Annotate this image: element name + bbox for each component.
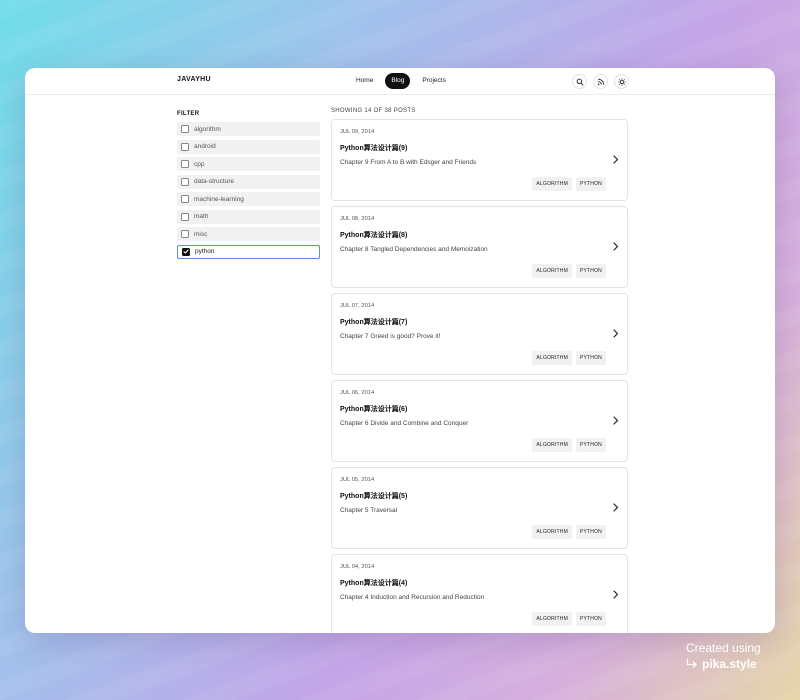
tag-python[interactable]: PYTHON bbox=[575, 525, 606, 539]
filter-label: android bbox=[194, 143, 216, 150]
tag-algorithm[interactable]: ALGORITHM bbox=[532, 351, 572, 365]
post-tags: ALGORITHM PYTHON bbox=[532, 612, 606, 626]
post-title[interactable]: Python算法设计篇(5) bbox=[340, 491, 407, 501]
post-date: JUL 04, 2014 bbox=[340, 564, 375, 570]
theme-toggle-button[interactable] bbox=[614, 74, 629, 89]
post-date: JUL 08, 2014 bbox=[340, 216, 375, 222]
watermark-line1: Created using bbox=[686, 641, 761, 655]
filter-label: data-structure bbox=[194, 178, 235, 185]
post-card[interactable]: JUL 09, 2014 Python算法设计篇(9) Chapter 9 From… bbox=[331, 119, 628, 201]
chevron-right-icon[interactable] bbox=[613, 503, 619, 512]
header-icons bbox=[572, 74, 629, 89]
checkbox[interactable] bbox=[181, 230, 189, 238]
post-subtitle: Chapter 8 Tangled Dependencies and Memoi… bbox=[340, 246, 488, 253]
filter-label: algorithm bbox=[194, 125, 221, 133]
post-subtitle: Chapter 5 Traversal bbox=[340, 507, 398, 514]
rss-button[interactable] bbox=[593, 74, 608, 89]
post-card[interactable]: JUL 04, 2014 Python算法设计篇(4) Chapter 4 Indu… bbox=[331, 554, 628, 633]
post-date: JUL 06, 2014 bbox=[340, 390, 375, 396]
post-tags: ALGORITHM PYTHON bbox=[532, 351, 606, 365]
post-title[interactable]: Python算法设计篇(8) bbox=[340, 230, 407, 240]
watermark-brand: pika.style bbox=[702, 657, 757, 671]
chevron-right-icon[interactable] bbox=[613, 329, 619, 338]
main-nav: Home Blog Projects bbox=[350, 73, 452, 89]
checkbox[interactable] bbox=[181, 125, 189, 133]
filter-label: machine-learning bbox=[194, 195, 244, 203]
filter-label: misc bbox=[194, 230, 208, 238]
watermark: Created using pika.style bbox=[686, 641, 761, 671]
filter-item-cpp[interactable]: cpp bbox=[177, 157, 320, 171]
filter-title: FILTER bbox=[177, 111, 200, 117]
checkbox[interactable] bbox=[181, 160, 189, 168]
post-tags: ALGORITHM PYTHON bbox=[532, 438, 606, 452]
tag-algorithm[interactable]: ALGORITHM bbox=[532, 525, 572, 539]
post-date: JUL 07, 2014 bbox=[340, 303, 375, 309]
post-subtitle: Chapter 7 Greed is good? Prove it! bbox=[340, 333, 441, 340]
tag-python[interactable]: PYTHON bbox=[575, 438, 606, 452]
checkbox[interactable] bbox=[181, 195, 189, 203]
tag-algorithm[interactable]: ALGORITHM bbox=[532, 612, 572, 626]
filter-item-algorithm[interactable]: algorithm bbox=[177, 122, 320, 136]
post-title[interactable]: Python算法设计篇(6) bbox=[340, 404, 407, 414]
post-date: JUL 09, 2014 bbox=[340, 129, 375, 135]
tag-python[interactable]: PYTHON bbox=[575, 612, 606, 626]
chevron-right-icon[interactable] bbox=[613, 242, 619, 251]
post-subtitle: Chapter 4 Induction and Recursion and Re… bbox=[340, 594, 485, 601]
filter-panel: FILTER algorithm android cpp data-struct… bbox=[177, 111, 320, 262]
tag-algorithm[interactable]: ALGORITHM bbox=[532, 177, 572, 191]
nav-projects[interactable]: Projects bbox=[416, 73, 451, 89]
post-title[interactable]: Python算法设计篇(4) bbox=[340, 578, 407, 588]
filter-item-data-structure[interactable]: data-structure bbox=[177, 174, 320, 189]
filter-item-misc[interactable]: misc bbox=[177, 227, 320, 241]
post-date: JUL 05, 2014 bbox=[340, 477, 375, 483]
filter-item-python[interactable]: python bbox=[177, 244, 320, 259]
tag-python[interactable]: PYTHON bbox=[575, 264, 606, 278]
site-brand[interactable]: JAVAYHU bbox=[177, 76, 211, 83]
filter-item-math[interactable]: math bbox=[177, 209, 320, 224]
return-arrow-icon bbox=[686, 659, 697, 668]
post-card[interactable]: JUL 05, 2014 Python算法设计篇(5) Chapter 5 Trav… bbox=[331, 467, 628, 549]
nav-blog[interactable]: Blog bbox=[385, 73, 411, 89]
checkbox-checked[interactable] bbox=[182, 247, 190, 256]
search-icon bbox=[576, 78, 583, 85]
post-tags: ALGORITHM PYTHON bbox=[532, 177, 606, 191]
post-tags: ALGORITHM PYTHON bbox=[532, 525, 606, 539]
filter-label: math bbox=[194, 213, 209, 220]
post-tags: ALGORITHM PYTHON bbox=[532, 264, 606, 278]
filter-item-android[interactable]: android bbox=[177, 139, 320, 154]
theme-toggle-icon bbox=[617, 77, 626, 86]
search-button[interactable] bbox=[572, 74, 587, 89]
tag-python[interactable]: PYTHON bbox=[575, 351, 606, 365]
browser-window: JAVAYHU Home Blog Projects FILTER algori… bbox=[25, 68, 775, 633]
post-card[interactable]: JUL 07, 2014 Python算法设计篇(7) Chapter 7 Gree… bbox=[331, 293, 628, 375]
nav-home[interactable]: Home bbox=[350, 73, 379, 89]
chevron-right-icon[interactable] bbox=[613, 416, 619, 425]
tag-python[interactable]: PYTHON bbox=[575, 177, 606, 191]
post-subtitle: Chapter 6 Divide and Combine and Conquer bbox=[340, 420, 469, 427]
post-subtitle: Chapter 9 From A to B with Edsger and Fr… bbox=[340, 159, 477, 166]
filter-label: cpp bbox=[194, 160, 205, 168]
post-title[interactable]: Python算法设计篇(9) bbox=[340, 143, 407, 153]
top-navbar: JAVAYHU Home Blog Projects bbox=[25, 68, 775, 95]
tag-algorithm[interactable]: ALGORITHM bbox=[532, 438, 572, 452]
chevron-right-icon[interactable] bbox=[613, 590, 619, 599]
filter-item-machine-learning[interactable]: machine-learning bbox=[177, 192, 320, 206]
checkbox[interactable] bbox=[181, 142, 189, 151]
checkbox[interactable] bbox=[181, 177, 189, 186]
post-card[interactable]: JUL 08, 2014 Python算法设计篇(8) Chapter 8 Tang… bbox=[331, 206, 628, 288]
post-list: SHOWING 14 OF 38 POSTS JUL 09, 2014 Pytho… bbox=[331, 108, 628, 633]
chevron-right-icon[interactable] bbox=[613, 155, 619, 164]
checkmark-icon bbox=[183, 249, 189, 254]
checkbox[interactable] bbox=[181, 212, 189, 221]
post-card[interactable]: JUL 06, 2014 Python算法设计篇(6) Chapter 6 Divi… bbox=[331, 380, 628, 462]
watermark-line2: pika.style bbox=[686, 657, 761, 671]
post-count: SHOWING 14 OF 38 POSTS bbox=[331, 108, 416, 114]
post-title[interactable]: Python算法设计篇(7) bbox=[340, 317, 407, 327]
tag-algorithm[interactable]: ALGORITHM bbox=[532, 264, 572, 278]
rss-icon bbox=[597, 78, 604, 85]
filter-label: python bbox=[195, 248, 215, 255]
